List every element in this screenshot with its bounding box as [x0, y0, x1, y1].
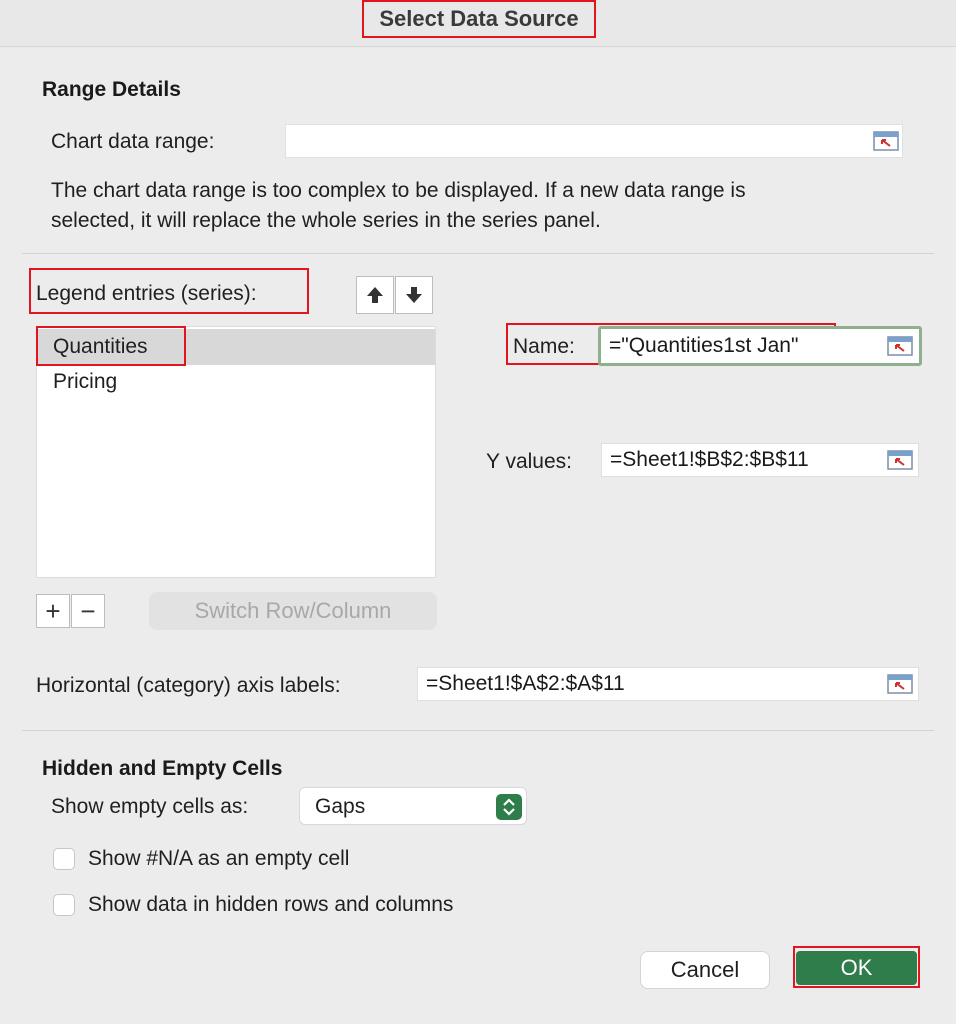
range-picker-icon[interactable]	[887, 450, 913, 470]
range-details-note: The chart data range is too complex to b…	[51, 179, 746, 232]
series-name-label: Name:	[513, 335, 575, 358]
divider	[22, 730, 934, 731]
category-axis-input[interactable]: =Sheet1!$A$2:$A$11	[417, 667, 919, 701]
chart-data-range-input[interactable]	[285, 124, 903, 158]
show-hidden-checkbox[interactable]	[53, 894, 75, 916]
dialog-title: Select Data Source	[362, 0, 596, 38]
stepper-chevron-icon	[496, 794, 522, 820]
arrow-down-icon	[406, 287, 422, 303]
divider	[22, 253, 934, 254]
show-hidden-label: Show data in hidden rows and columns	[88, 893, 454, 916]
cancel-button[interactable]: Cancel	[640, 951, 770, 989]
hidden-empty-heading: Hidden and Empty Cells	[42, 757, 283, 780]
show-na-checkbox[interactable]	[53, 848, 75, 870]
range-picker-icon[interactable]	[873, 131, 899, 151]
chart-data-range-label: Chart data range:	[51, 130, 215, 153]
y-values-label: Y values:	[486, 450, 572, 473]
minus-icon: −	[80, 595, 96, 626]
y-values-value: =Sheet1!$B$2:$B$11	[610, 448, 809, 471]
ok-button[interactable]: OK	[796, 951, 917, 985]
series-name-input[interactable]: ="Quantities1st Jan"	[598, 326, 922, 366]
switch-row-column-button[interactable]: Switch Row/Column	[149, 592, 437, 630]
show-na-label: Show #N/A as an empty cell	[88, 847, 350, 870]
series-name-value: ="Quantities1st Jan"	[609, 334, 799, 357]
range-details-heading: Range Details	[42, 78, 181, 101]
remove-series-button[interactable]: −	[71, 594, 105, 628]
category-axis-label: Horizontal (category) axis labels:	[36, 674, 341, 697]
arrow-up-icon	[367, 287, 383, 303]
range-picker-icon[interactable]	[887, 336, 913, 356]
show-empty-cells-label: Show empty cells as:	[51, 795, 249, 818]
add-series-button[interactable]: +	[36, 594, 70, 628]
legend-entries-label: Legend entries (series):	[36, 282, 257, 305]
category-axis-value: =Sheet1!$A$2:$A$11	[426, 672, 625, 695]
move-down-button[interactable]	[395, 276, 433, 314]
range-picker-icon[interactable]	[887, 674, 913, 694]
plus-icon: +	[45, 595, 61, 626]
selected-series-highlight	[36, 326, 186, 366]
show-empty-cells-select[interactable]: Gaps	[299, 787, 527, 825]
show-empty-cells-value: Gaps	[315, 795, 366, 818]
move-up-button[interactable]	[356, 276, 394, 314]
y-values-input[interactable]: =Sheet1!$B$2:$B$11	[601, 443, 919, 477]
series-item-pricing[interactable]: Pricing	[37, 364, 435, 400]
series-item-label: Pricing	[53, 370, 118, 393]
